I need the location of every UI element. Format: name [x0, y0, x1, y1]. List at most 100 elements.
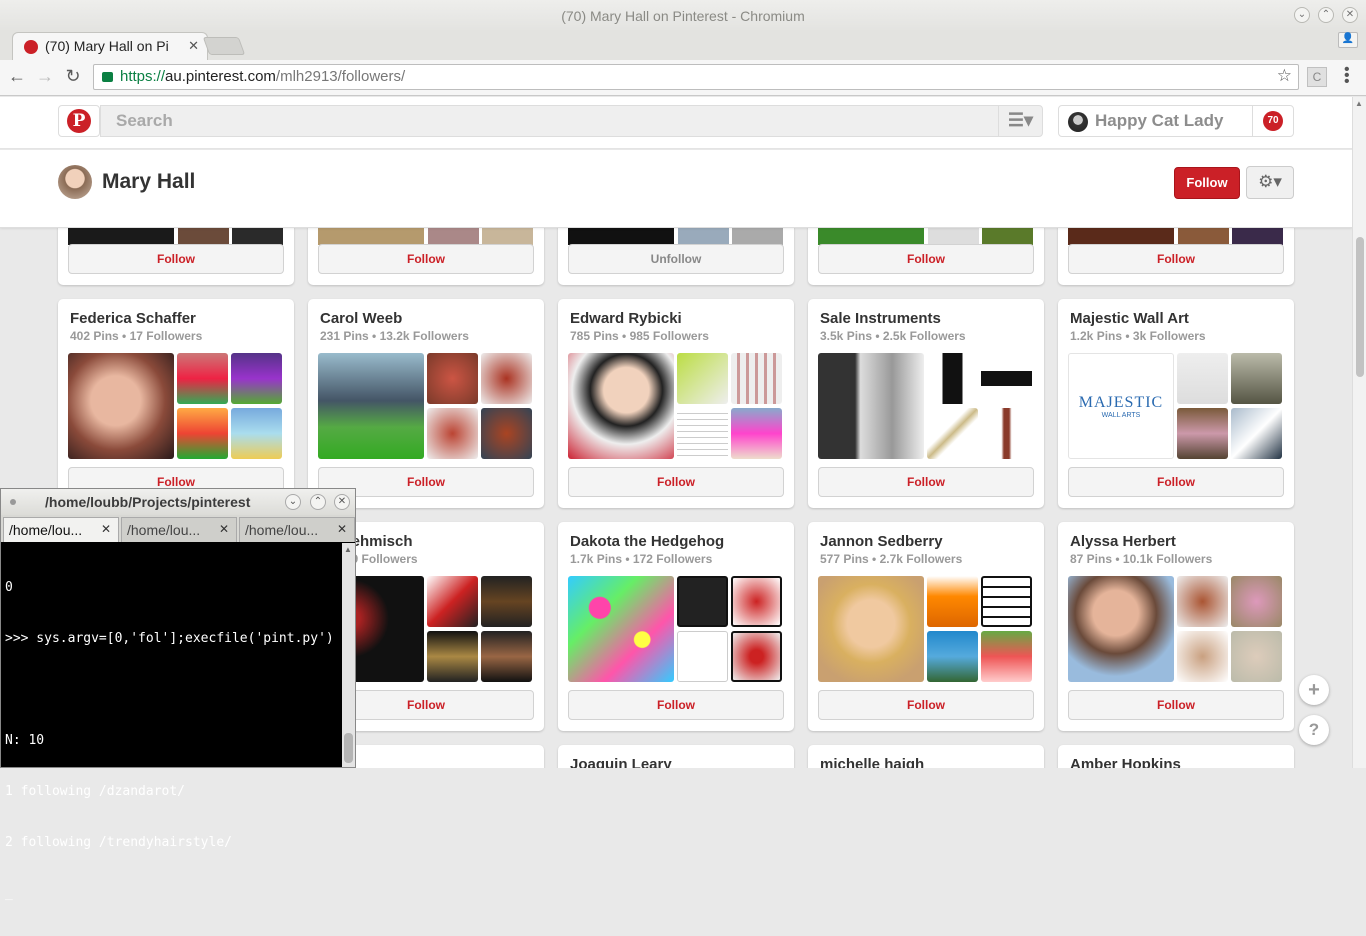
terminal-close-button[interactable]: ✕ — [334, 494, 350, 510]
browser-tab-active[interactable]: (70) Mary Hall on Pi ✕ — [12, 32, 208, 60]
pinterest-favicon-icon — [24, 40, 38, 54]
majestic-logo-sub: WALL ARTS — [1101, 412, 1141, 419]
tab-close-icon[interactable]: ✕ — [337, 522, 347, 536]
terminal-scrollbar[interactable]: ▲ — [342, 543, 355, 767]
add-pin-button[interactable]: + — [1299, 675, 1329, 705]
settings-gear-button[interactable]: ⚙▾ — [1246, 166, 1294, 199]
terminal-line: >>> sys.argv=[0,'fol'];execfile('pint.py… — [5, 631, 334, 646]
profile-name[interactable]: Mary Hall — [102, 170, 195, 194]
notifications-button[interactable]: 70 — [1252, 105, 1294, 137]
url-host: au.pinterest.com — [165, 68, 276, 85]
follower-name[interactable]: Amber Hopkins — [1070, 756, 1181, 768]
reload-button[interactable]: ↻ — [62, 66, 84, 87]
url-path: /mlh2913/followers/ — [275, 68, 406, 85]
follower-card: Alyssa Herbert 87 Pins • 10.1k Followers… — [1058, 522, 1294, 731]
terminal-maximize-button[interactable]: ⌃ — [310, 494, 326, 510]
follow-button[interactable]: Follow — [318, 244, 534, 274]
user-avatar — [1068, 112, 1088, 132]
terminal-tab[interactable]: /home/lou... ✕ — [239, 517, 355, 542]
terminal-title: /home/loubb/Projects/pinterest — [45, 494, 251, 510]
follow-profile-button[interactable]: Follow — [1174, 167, 1240, 199]
terminal-line: 0 — [5, 580, 13, 595]
board-thumbnails[interactable]: MAJESTIC WALL ARTS — [1068, 353, 1282, 459]
close-window-button[interactable]: ✕ — [1342, 7, 1358, 23]
follower-name[interactable]: Sale Instruments — [820, 310, 941, 327]
pinterest-logo[interactable]: P — [58, 105, 100, 137]
chrome-menu-icon[interactable]: • • • — [1344, 62, 1356, 90]
follower-name[interactable]: Carol Weeb — [320, 310, 402, 327]
board-thumbnails[interactable] — [818, 576, 1032, 682]
terminal-line: 1 following /dzandarot/ — [5, 784, 186, 799]
follow-button[interactable]: Follow — [1068, 690, 1284, 720]
follower-stats: 87 Pins • 10.1k Followers — [1070, 552, 1213, 566]
scrollbar-thumb[interactable] — [1356, 237, 1364, 377]
forward-button[interactable]: → — [34, 66, 56, 87]
tab-close-icon[interactable]: ✕ — [101, 522, 111, 536]
follower-name[interactable]: Dakota the Hedgehog — [570, 533, 724, 550]
terminal-titlebar[interactable]: /home/loubb/Projects/pinterest ⌄ ⌃ ✕ — [1, 489, 355, 515]
search-placeholder: Search — [116, 111, 173, 130]
board-thumbnails[interactable] — [1068, 576, 1282, 682]
board-thumbnails[interactable] — [818, 353, 1032, 459]
follower-name[interactable]: Alyssa Herbert — [1070, 533, 1176, 550]
tab-close-icon[interactable]: ✕ — [188, 38, 199, 54]
follower-card: Carol Weeb 231 Pins • 13.2k Followers Fo… — [308, 299, 544, 508]
follower-stats: 1.2k Pins • 3k Followers — [1070, 329, 1206, 343]
follower-card: Joaquin Leary — [558, 745, 794, 768]
follower-stats: 3.5k Pins • 2.5k Followers — [820, 329, 966, 343]
tab-close-icon[interactable]: ✕ — [219, 522, 229, 536]
board-thumbnails[interactable] — [568, 353, 782, 459]
follow-button[interactable]: Follow — [1068, 244, 1284, 274]
url-scheme: https:// — [120, 68, 166, 85]
help-button[interactable]: ? — [1299, 715, 1329, 745]
scroll-up-icon[interactable]: ▲ — [344, 545, 352, 554]
profile-icon[interactable]: 👤 — [1338, 32, 1358, 48]
new-tab-button[interactable] — [202, 37, 246, 55]
minimize-button[interactable]: ⌄ — [1294, 7, 1310, 23]
profile-avatar[interactable] — [58, 165, 92, 199]
category-menu-icon[interactable]: ☰▾ — [998, 105, 1042, 137]
follower-name[interactable]: Joaquin Leary — [570, 756, 672, 768]
follow-button[interactable]: Follow — [818, 244, 1034, 274]
follow-button[interactable]: Follow — [818, 467, 1034, 497]
follow-button[interactable]: Follow — [818, 690, 1034, 720]
maximize-button[interactable]: ⌃ — [1318, 7, 1334, 23]
follower-name[interactable]: michelle haigh — [820, 756, 924, 768]
follower-card: Sale Instruments 3.5k Pins • 2.5k Follow… — [808, 299, 1044, 508]
follow-button[interactable]: Follow — [1068, 467, 1284, 497]
follower-name[interactable]: Jannon Sedberry — [820, 533, 943, 550]
terminal-tab[interactable]: /home/lou... ✕ — [121, 517, 237, 542]
terminal-window[interactable]: /home/loubb/Projects/pinterest ⌄ ⌃ ✕ /ho… — [0, 488, 356, 901]
terminal-output[interactable]: 0 >>> sys.argv=[0,'fol'];execfile('pint.… — [5, 545, 341, 936]
board-thumbnails[interactable] — [318, 353, 532, 459]
follower-card: Amber Hopkins — [1058, 745, 1294, 768]
terminal-scrollbar-thumb[interactable] — [344, 733, 353, 763]
follow-button[interactable]: Follow — [568, 467, 784, 497]
terminal-cursor: _ — [5, 886, 13, 901]
follower-name[interactable]: Edward Rybicki — [570, 310, 682, 327]
follower-name[interactable]: Federica Schaffer — [70, 310, 196, 327]
follow-button[interactable]: Follow — [68, 244, 284, 274]
user-profile-button[interactable]: Happy Cat Lady 70 — [1058, 105, 1294, 137]
user-name: Happy Cat Lady — [1095, 111, 1224, 130]
back-button[interactable]: ← — [6, 66, 28, 87]
follower-name[interactable]: Majestic Wall Art — [1070, 310, 1189, 327]
search-input[interactable]: Search ☰▾ — [100, 105, 1043, 137]
unfollow-button[interactable]: Unfollow — [568, 244, 784, 274]
follower-card: Dakota the Hedgehog 1.7k Pins • 172 Foll… — [558, 522, 794, 731]
terminal-menu-dot-icon[interactable] — [10, 499, 16, 505]
follow-button[interactable]: Follow — [568, 690, 784, 720]
pinterest-header: P Search ☰▾ Happy Cat Lady 70 — [0, 97, 1352, 149]
board-thumbnails[interactable] — [568, 576, 782, 682]
extension-icon[interactable]: C — [1307, 67, 1327, 87]
board-thumbnails[interactable] — [68, 353, 282, 459]
follower-card: michelle haigh — [808, 745, 1044, 768]
terminal-tab[interactable]: /home/lou... ✕ — [3, 517, 119, 542]
window-titlebar: (70) Mary Hall on Pinterest - Chromium ⌄… — [0, 0, 1366, 32]
page-scrollbar[interactable]: ▲ — [1352, 97, 1366, 768]
terminal-minimize-button[interactable]: ⌄ — [285, 494, 301, 510]
bookmark-star-icon[interactable]: ☆ — [1277, 66, 1292, 86]
address-bar[interactable]: https://au.pinterest.com/mlh2913/followe… — [93, 64, 1299, 90]
scroll-up-icon[interactable]: ▲ — [1355, 99, 1363, 108]
